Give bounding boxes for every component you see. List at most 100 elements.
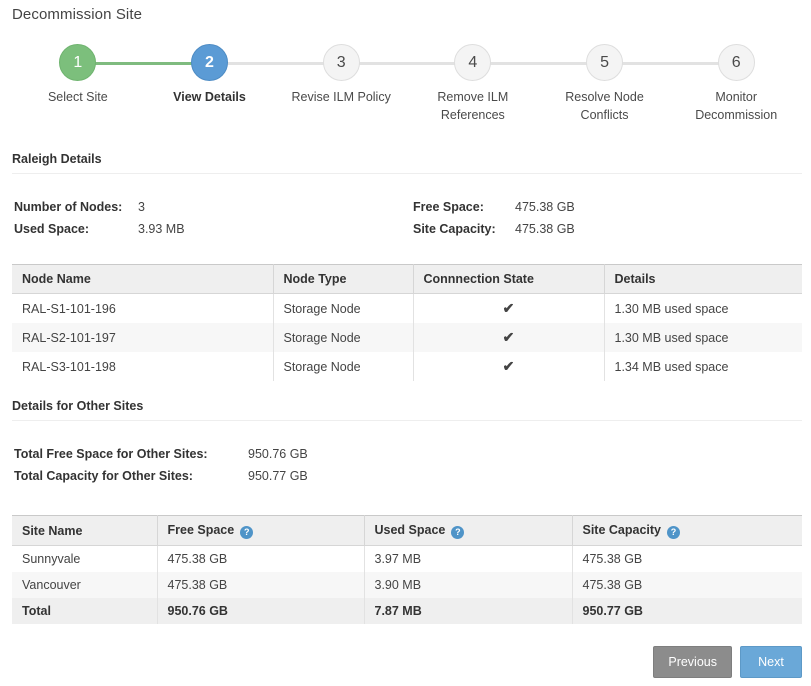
cell-used-space: 7.87 MB (364, 598, 572, 624)
cell-details: 1.34 MB used space (604, 352, 802, 381)
cell-site-name: Sunnyvale (12, 546, 157, 573)
step-bubble[interactable]: 6 (718, 44, 755, 81)
summary-label: Used Space: (14, 222, 138, 236)
help-icon[interactable]: ? (451, 526, 464, 539)
cell-site-name: Total (12, 598, 157, 624)
nodes-table-body: RAL-S1-101-196 Storage Node ✔ 1.30 MB us… (12, 294, 802, 382)
connection-state-check-icon: ✔ (413, 294, 604, 324)
summary-value: 950.76 GB (248, 447, 308, 461)
connection-state-check-icon: ✔ (413, 323, 604, 352)
summary-row: Total Capacity for Other Sites: 950.77 G… (14, 465, 514, 487)
column-header-free-space[interactable]: Free Space? (157, 516, 364, 546)
step-label: Select Site (19, 88, 137, 106)
cell-node-name: RAL-S2-101-197 (12, 323, 273, 352)
site-details-summary-left: Number of Nodes: 3 Used Space: 3.93 MB (14, 196, 394, 240)
connection-state-check-icon: ✔ (413, 352, 604, 381)
summary-label: Free Space: (413, 200, 515, 214)
step-bubble[interactable]: 4 (454, 44, 491, 81)
decommission-stepper: 1 Select Site 2 View Details 3 Revise IL… (12, 44, 802, 134)
step-bubble[interactable]: 5 (586, 44, 623, 81)
step-label: Remove ILM References (414, 88, 532, 124)
summary-row: Total Free Space for Other Sites: 950.76… (14, 443, 514, 465)
step-1-select-site[interactable]: 1 Select Site (12, 44, 144, 134)
step-label: View Details (151, 88, 269, 106)
step-6-monitor-decommission[interactable]: 6 Monitor Decommission (670, 44, 802, 134)
table-row[interactable]: RAL-S3-101-198 Storage Node ✔ 1.34 MB us… (12, 352, 802, 381)
column-header-node-type[interactable]: Node Type (273, 265, 413, 294)
cell-node-type: Storage Node (273, 323, 413, 352)
cell-used-space: 3.90 MB (364, 572, 572, 598)
summary-value: 475.38 GB (515, 200, 575, 214)
cell-details: 1.30 MB used space (604, 323, 802, 352)
wizard-button-bar: Previous Next (653, 646, 802, 678)
summary-row: Used Space: 3.93 MB (14, 218, 394, 240)
sites-table: Site Name Free Space? Used Space? Site C… (12, 515, 802, 624)
summary-row: Number of Nodes: 3 (14, 196, 394, 218)
table-header-row: Node Name Node Type Connnection State De… (12, 265, 802, 294)
cell-used-space: 3.97 MB (364, 546, 572, 573)
site-details-summary-right: Free Space: 475.38 GB Site Capacity: 475… (413, 196, 793, 240)
table-header-row: Site Name Free Space? Used Space? Site C… (12, 516, 802, 546)
next-button[interactable]: Next (740, 646, 802, 678)
table-row[interactable]: Vancouver 475.38 GB 3.90 MB 475.38 GB (12, 572, 802, 598)
decommission-site-page: Decommission Site 1 Select Site 2 View D… (0, 0, 811, 686)
column-label: Site Capacity (583, 523, 662, 537)
other-sites-summary: Total Free Space for Other Sites: 950.76… (14, 443, 514, 487)
table-row[interactable]: RAL-S1-101-196 Storage Node ✔ 1.30 MB us… (12, 294, 802, 324)
column-header-node-name[interactable]: Node Name (12, 265, 273, 294)
column-label: Site Name (22, 524, 82, 538)
page-title: Decommission Site (12, 6, 142, 23)
summary-row: Free Space: 475.38 GB (413, 196, 793, 218)
cell-details: 1.30 MB used space (604, 294, 802, 324)
help-icon[interactable]: ? (240, 526, 253, 539)
table-row[interactable]: Sunnyvale 475.38 GB 3.97 MB 475.38 GB (12, 546, 802, 573)
cell-site-capacity: 950.77 GB (572, 598, 802, 624)
nodes-table-head: Node Name Node Type Connnection State De… (12, 265, 802, 294)
step-3-revise-ilm-policy[interactable]: 3 Revise ILM Policy (275, 44, 407, 134)
cell-site-name: Vancouver (12, 572, 157, 598)
step-bubble[interactable]: 3 (323, 44, 360, 81)
column-header-site-capacity[interactable]: Site Capacity? (572, 516, 802, 546)
cell-site-capacity: 475.38 GB (572, 572, 802, 598)
cell-free-space: 475.38 GB (157, 546, 364, 573)
column-header-used-space[interactable]: Used Space? (364, 516, 572, 546)
summary-label: Site Capacity: (413, 222, 515, 236)
nodes-table: Node Name Node Type Connnection State De… (12, 264, 802, 381)
column-label: Free Space (168, 523, 235, 537)
summary-label: Total Free Space for Other Sites: (14, 447, 248, 461)
column-header-connection-state[interactable]: Connnection State (413, 265, 604, 294)
cell-free-space: 950.76 GB (157, 598, 364, 624)
step-label: Monitor Decommission (677, 88, 795, 124)
column-header-site-name[interactable]: Site Name (12, 516, 157, 546)
step-bubble[interactable]: 2 (191, 44, 228, 81)
other-sites-heading: Details for Other Sites (12, 399, 802, 421)
step-bubble[interactable]: 1 (59, 44, 96, 81)
column-header-details[interactable]: Details (604, 265, 802, 294)
cell-site-capacity: 475.38 GB (572, 546, 802, 573)
column-label: Used Space (375, 523, 446, 537)
step-4-remove-ilm-references[interactable]: 4 Remove ILM References (407, 44, 539, 134)
summary-value: 950.77 GB (248, 469, 308, 483)
step-5-resolve-node-conflicts[interactable]: 5 Resolve Node Conflicts (539, 44, 671, 134)
previous-button[interactable]: Previous (653, 646, 732, 678)
cell-node-type: Storage Node (273, 352, 413, 381)
site-details-heading: Raleigh Details (12, 152, 802, 174)
cell-node-name: RAL-S1-101-196 (12, 294, 273, 324)
summary-value: 475.38 GB (515, 222, 575, 236)
summary-value: 3.93 MB (138, 222, 185, 236)
sites-table-head: Site Name Free Space? Used Space? Site C… (12, 516, 802, 546)
help-icon[interactable]: ? (667, 526, 680, 539)
cell-free-space: 475.38 GB (157, 572, 364, 598)
step-label: Resolve Node Conflicts (546, 88, 664, 124)
step-2-view-details[interactable]: 2 View Details (144, 44, 276, 134)
table-row-total: Total 950.76 GB 7.87 MB 950.77 GB (12, 598, 802, 624)
summary-value: 3 (138, 200, 145, 214)
summary-label: Number of Nodes: (14, 200, 138, 214)
cell-node-name: RAL-S3-101-198 (12, 352, 273, 381)
summary-label: Total Capacity for Other Sites: (14, 469, 248, 483)
sites-table-body: Sunnyvale 475.38 GB 3.97 MB 475.38 GB Va… (12, 546, 802, 625)
cell-node-type: Storage Node (273, 294, 413, 324)
table-row[interactable]: RAL-S2-101-197 Storage Node ✔ 1.30 MB us… (12, 323, 802, 352)
summary-row: Site Capacity: 475.38 GB (413, 218, 793, 240)
step-label: Revise ILM Policy (282, 88, 400, 106)
